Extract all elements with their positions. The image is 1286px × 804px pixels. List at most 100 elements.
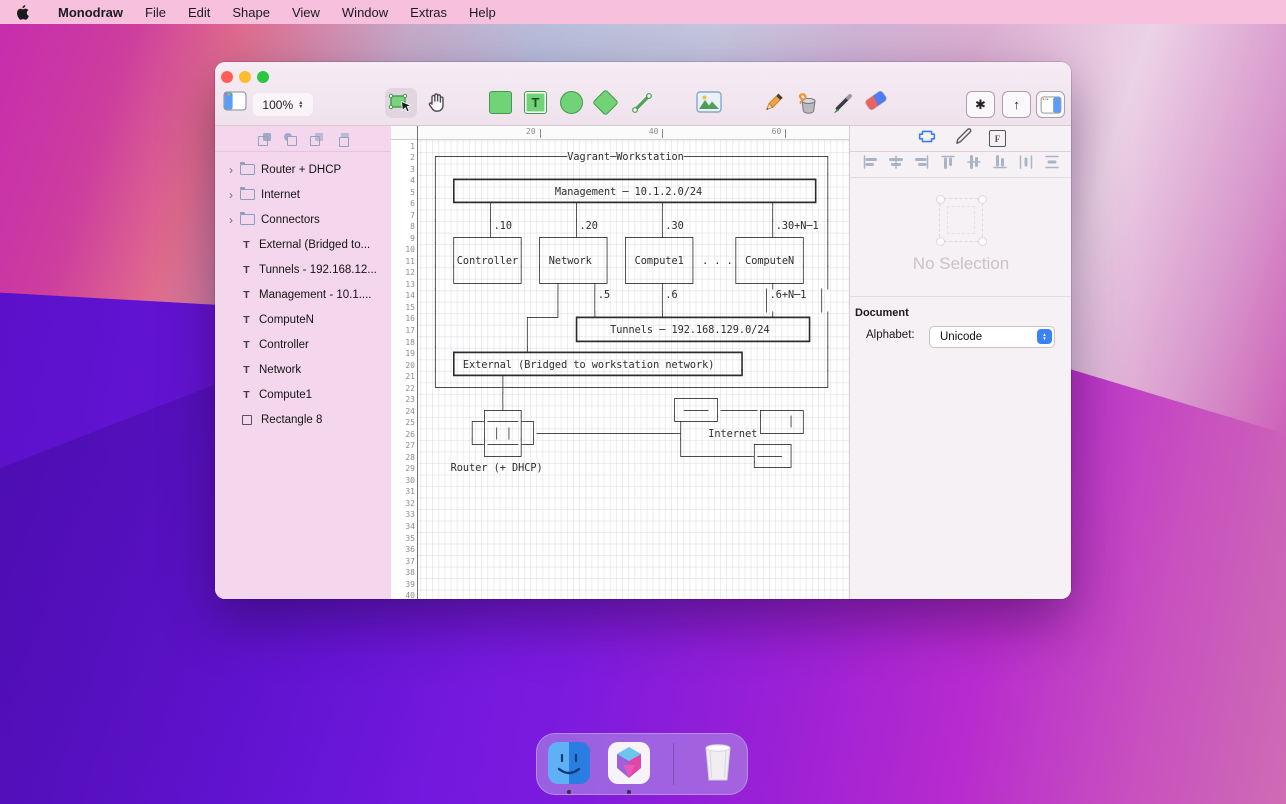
text-tool-icon: T: [524, 91, 547, 114]
pen-icon: [831, 91, 855, 115]
sidebar-item-rectangle-8[interactable]: Rectangle 8: [215, 407, 391, 432]
line-number: 24: [391, 406, 417, 418]
align-top-button[interactable]: [940, 154, 956, 175]
align-right-button[interactable]: [914, 154, 930, 175]
menu-item-shape[interactable]: Shape: [221, 5, 281, 20]
ellipse-tool-button[interactable]: [560, 91, 583, 114]
sidebar-item-network[interactable]: TNetwork: [215, 357, 391, 382]
line-number: 22: [391, 383, 417, 395]
align-left-button[interactable]: [862, 154, 878, 175]
group-icon[interactable]: [258, 133, 271, 145]
line-number: 25: [391, 417, 417, 429]
chevron-right-icon[interactable]: ›: [224, 163, 238, 177]
sidebar-item-connectors[interactable]: › Connectors: [215, 207, 391, 232]
eraser-tool-button[interactable]: [866, 95, 886, 106]
chevron-right-icon[interactable]: ›: [224, 188, 238, 202]
dock-monodraw-icon[interactable]: [607, 741, 651, 785]
menu-item-help[interactable]: Help: [458, 5, 507, 20]
menu-app-name[interactable]: Monodraw: [47, 5, 134, 20]
gutter-divider: [417, 126, 418, 599]
line-number: 20: [391, 360, 417, 372]
layers-sidebar: ›Router + DHCP›Internet›ConnectorsTExter…: [215, 126, 392, 599]
dropdown-stepper-icon: ▲▼: [1037, 329, 1052, 344]
sidebar-group-actions: [215, 126, 391, 152]
alphabet-dropdown[interactable]: Unicode ▲▼: [929, 326, 1055, 348]
selection-tool-icon: [388, 91, 414, 115]
layer-label: Connectors: [261, 214, 320, 226]
eraser-icon: [865, 90, 888, 110]
rectangle-tool-button[interactable]: [489, 91, 512, 114]
sidebar-item-internet[interactable]: ›Internet: [215, 182, 391, 207]
text-layer-icon: T: [240, 339, 253, 351]
layer-label: Network: [259, 364, 301, 376]
fill-tool-button[interactable]: [794, 91, 821, 116]
document-section: Document Alphabet: Unicode ▲▼: [850, 296, 1071, 319]
close-button[interactable]: [221, 71, 233, 83]
sidebar-item-computen[interactable]: TComputeN: [215, 307, 391, 332]
menu-item-extras[interactable]: Extras: [399, 5, 458, 20]
pen-tool-button[interactable]: [831, 91, 855, 115]
text-layer-icon: T: [240, 314, 253, 326]
tab-geometry[interactable]: [916, 127, 938, 151]
sidebar-toggle-icon: [223, 91, 247, 111]
line-number: 40: [391, 590, 417, 599]
menu-item-file[interactable]: File: [134, 5, 177, 20]
tab-text[interactable]: F: [989, 130, 1006, 147]
sidebar-item-management-10-1[interactable]: TManagement - 10.1....: [215, 282, 391, 307]
tab-style[interactable]: [954, 127, 973, 151]
rectangle-layer-icon: [242, 415, 252, 425]
sidebar-item-controller[interactable]: TController: [215, 332, 391, 357]
zoom-level-control[interactable]: 100% ▲▼: [253, 93, 313, 116]
toggle-sidebar-button[interactable]: [223, 91, 247, 111]
sidebar-item-tunnels-192-168-12[interactable]: TTunnels - 192.168.12...: [215, 257, 391, 282]
text-layer-icon: T: [240, 239, 253, 251]
align-center-horizontal-button[interactable]: [888, 154, 904, 175]
line-number: 4: [391, 175, 417, 187]
menu-item-edit[interactable]: Edit: [177, 5, 221, 20]
line-number: 31: [391, 486, 417, 498]
align-bottom-button[interactable]: [992, 154, 1008, 175]
ascii-diagram[interactable]: ┌─────────────────────Vagrant─Workstatio…: [420, 141, 831, 475]
layer-label: Router + DHCP: [261, 164, 341, 176]
align-middle-vertical-button[interactable]: [966, 154, 982, 175]
asterisk-icon: ✱: [975, 97, 986, 113]
line-number: 37: [391, 556, 417, 568]
dock-trash-icon[interactable]: [696, 741, 740, 785]
image-tool-button[interactable]: [696, 91, 722, 113]
ungroup-icon[interactable]: [284, 133, 297, 145]
ruler-mark: 40: [649, 127, 659, 136]
selection-tool-button[interactable]: [385, 88, 417, 118]
toggle-inspector-button[interactable]: [1036, 91, 1065, 118]
line-tool-icon: [630, 91, 654, 115]
line-number: 6: [391, 198, 417, 210]
line-number: 9: [391, 233, 417, 245]
diamond-tool-button[interactable]: [596, 93, 615, 112]
bring-forward-icon[interactable]: [310, 133, 323, 145]
distribute-horizontal-button[interactable]: [1018, 154, 1034, 175]
special-characters-button[interactable]: ✱: [966, 91, 995, 118]
apple-menu-icon[interactable]: [16, 5, 29, 20]
line-number: 8: [391, 221, 417, 233]
minimize-button[interactable]: [239, 71, 251, 83]
layer-label: Management - 10.1....: [259, 289, 372, 301]
layer-label: External (Bridged to...: [259, 239, 370, 251]
menu-item-window[interactable]: Window: [331, 5, 399, 20]
dock-finder-icon[interactable]: [547, 741, 591, 785]
menu-item-view[interactable]: View: [281, 5, 331, 20]
geometry-tab-icon: [916, 127, 938, 146]
pencil-tool-button[interactable]: [760, 91, 785, 116]
menu-bar: Monodraw FileEditShapeViewWindowExtrasHe…: [0, 0, 1286, 24]
text-tool-button[interactable]: T: [524, 91, 547, 114]
zoom-window-button[interactable]: [257, 71, 269, 83]
export-button[interactable]: ↑: [1002, 91, 1031, 118]
pan-tool-button[interactable]: [425, 91, 449, 115]
send-backward-icon[interactable]: [336, 133, 349, 145]
sidebar-item-external-bridged-to[interactable]: T External (Bridged to...: [215, 232, 391, 257]
line-tool-button[interactable]: [630, 91, 654, 115]
chevron-right-icon[interactable]: ›: [224, 213, 238, 227]
drawing-canvas[interactable]: 204060 123456789101112131415161718192021…: [391, 126, 849, 599]
sidebar-item-router-dhcp[interactable]: › Router + DHCP: [215, 157, 391, 182]
sidebar-item-compute1[interactable]: TCompute1: [215, 382, 391, 407]
distribute-vertical-button[interactable]: [1044, 154, 1060, 175]
ruler-tick: [540, 129, 541, 138]
